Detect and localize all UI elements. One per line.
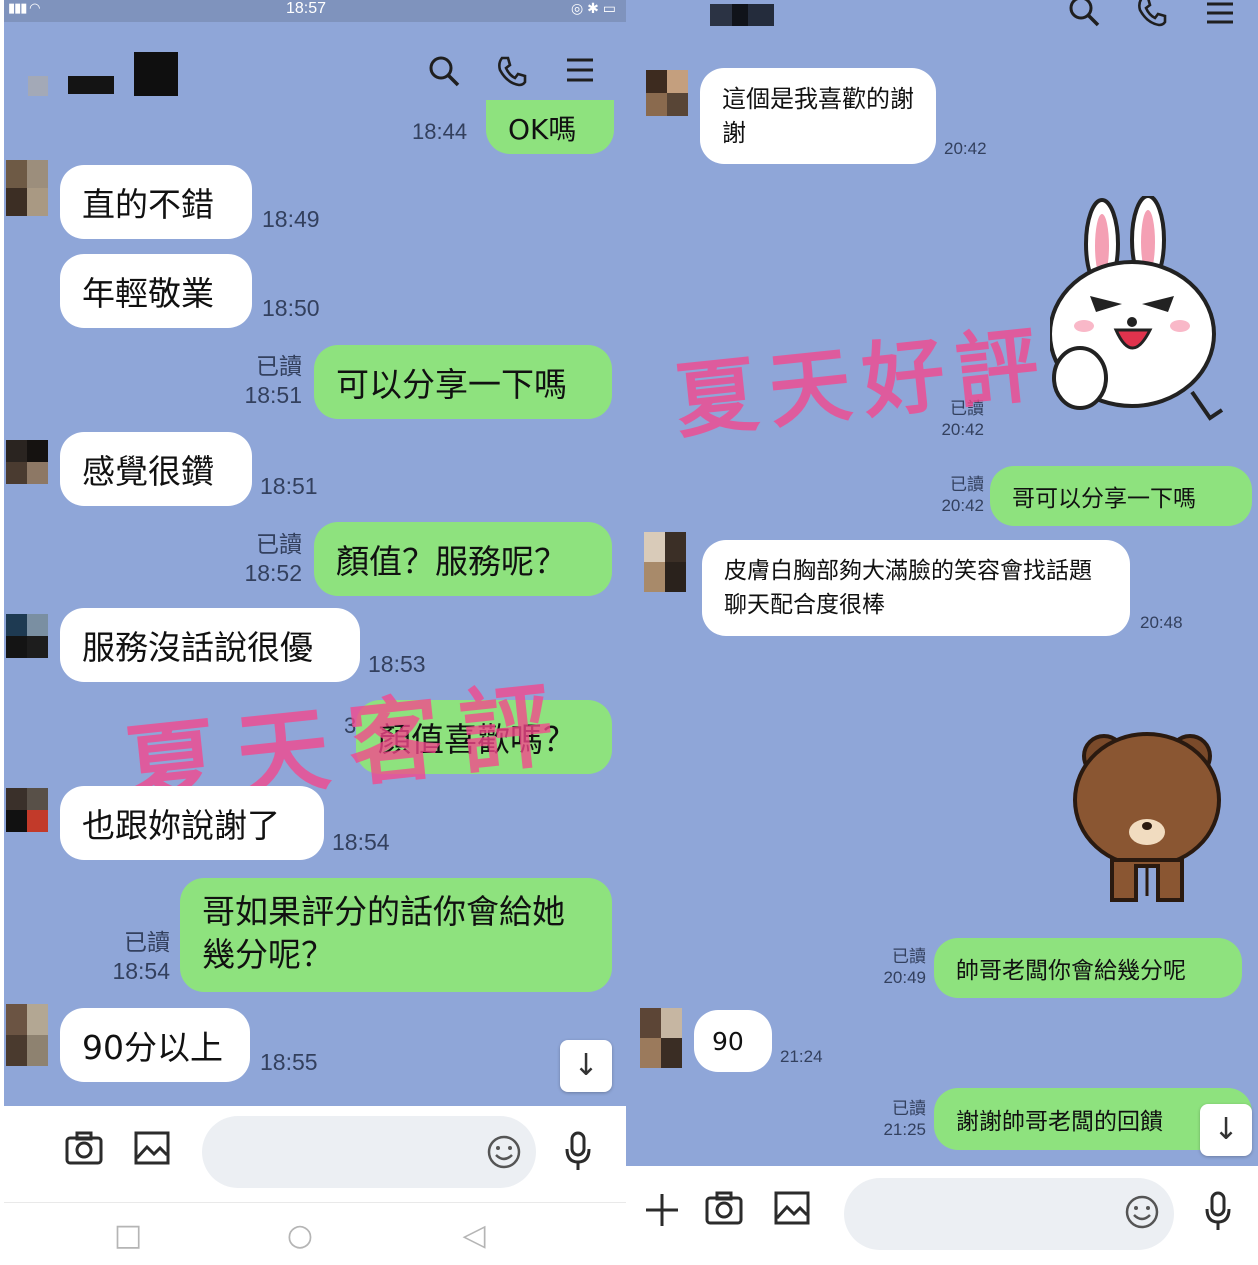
censored-name-block xyxy=(134,52,178,96)
menu-icon[interactable] xyxy=(1200,0,1240,37)
camera-icon[interactable] xyxy=(62,1130,106,1175)
message-time: 18:49 xyxy=(262,206,320,232)
message-time: 18:50 xyxy=(262,295,320,321)
message-bubble-outgoing[interactable]: 帥哥老闆你會給幾分呢 xyxy=(934,938,1242,998)
message-bubble-incoming[interactable]: 90分以上 xyxy=(60,1008,250,1082)
censored-name-block xyxy=(748,4,774,26)
contact-avatar[interactable] xyxy=(644,532,686,592)
home-icon[interactable]: ○ xyxy=(280,1221,320,1251)
scroll-down-icon[interactable]: ↓ xyxy=(560,1040,612,1092)
message-bubble-incoming[interactable]: 這個是我喜歡的謝謝 xyxy=(700,68,936,164)
read-receipt: 已讀 18:51 xyxy=(244,353,302,408)
message-bubble-outgoing[interactable]: 哥可以分享一下嗎 xyxy=(990,466,1252,526)
back-icon[interactable]: ◁ xyxy=(454,1221,494,1251)
read-receipt: 已讀 20:49 xyxy=(883,947,926,988)
phone-icon[interactable] xyxy=(492,54,532,97)
contact-avatar[interactable] xyxy=(6,440,48,484)
scroll-down-icon[interactable]: ↓ xyxy=(1200,1104,1252,1156)
message-bubble-outgoing[interactable]: 可以分享一下嗎 xyxy=(314,345,612,419)
plus-icon[interactable] xyxy=(640,1192,684,1237)
battery-icon: ◎ ✱ ▭ xyxy=(571,0,616,16)
censored-name-block xyxy=(28,76,48,96)
message-bubble-incoming[interactable]: 也跟妳說謝了 xyxy=(60,786,324,860)
message-time: 18:54 xyxy=(332,829,390,855)
contact-avatar[interactable] xyxy=(646,70,688,116)
censored-name-block xyxy=(710,4,732,26)
message-time: 18:44 xyxy=(412,119,468,144)
contact-avatar[interactable] xyxy=(6,788,48,832)
message-input-bar xyxy=(4,1106,628,1202)
left-chat-screenshot: ▮▮▮ ◠ 18:57 ◎ ✱ ▭ 18:44 OK嗎 直的不錯 18:49 年… xyxy=(4,0,628,1265)
message-bubble-incoming[interactable]: 服務沒話說很優 xyxy=(60,608,360,682)
emoji-icon[interactable] xyxy=(482,1134,526,1179)
watermark-text: 夏天好評 xyxy=(670,315,1055,451)
message-time: 18:51 xyxy=(260,473,318,499)
brown-bear-bow-sticker[interactable] xyxy=(1072,720,1222,910)
message-bubble-incoming[interactable]: 直的不錯 xyxy=(60,165,252,239)
message-bubble-outgoing[interactable]: 哥如果評分的話你會給她幾分呢？ xyxy=(180,878,612,992)
android-nav-bar: □ ○ ◁ xyxy=(4,1202,628,1265)
message-input-bar xyxy=(626,1166,1258,1265)
chat-header xyxy=(626,0,1258,36)
menu-icon[interactable] xyxy=(560,54,600,95)
signal-icon: ▮▮▮ ◠ xyxy=(8,0,40,15)
recent-apps-icon[interactable]: □ xyxy=(108,1221,148,1251)
message-bubble-outgoing[interactable]: 顏值？服務呢？ xyxy=(314,522,612,596)
message-bubble-incoming[interactable]: 90 xyxy=(694,1010,772,1072)
phone-icon[interactable] xyxy=(1132,0,1172,39)
message-time: 20:42 xyxy=(944,139,987,158)
image-icon[interactable] xyxy=(130,1130,174,1175)
message-bubble-incoming[interactable]: 皮膚白胸部夠大滿臉的笑容會找話題聊天配合度很棒 xyxy=(702,540,1130,636)
contact-avatar[interactable] xyxy=(6,160,48,216)
emoji-icon[interactable] xyxy=(1120,1194,1164,1239)
read-receipt: 已讀 20:42 xyxy=(941,475,984,516)
search-icon[interactable] xyxy=(1064,0,1104,39)
contact-avatar[interactable] xyxy=(6,614,48,658)
message-bubble-incoming[interactable]: 年輕敬業 xyxy=(60,254,252,328)
right-chat-screenshot: 這個是我喜歡的謝謝 20:42 已讀 20:42 夏天好評 已讀 20:42 哥可以… xyxy=(626,0,1258,1265)
read-receipt: 已讀 21:25 xyxy=(883,1099,926,1140)
camera-icon[interactable] xyxy=(702,1190,746,1235)
cony-thumbs-up-sticker[interactable] xyxy=(1048,194,1230,436)
status-time: 18:57 xyxy=(286,0,327,17)
message-time: 18:55 xyxy=(260,1049,318,1075)
read-receipt: 已讀 18:52 xyxy=(244,531,302,586)
search-icon[interactable] xyxy=(424,54,464,97)
message-time: 21:24 xyxy=(780,1047,823,1066)
mic-icon[interactable] xyxy=(1196,1190,1240,1241)
message-bubble-outgoing[interactable]: OK嗎 xyxy=(486,100,614,154)
message-time: 20:48 xyxy=(1140,613,1183,632)
image-icon[interactable] xyxy=(770,1190,814,1235)
contact-avatar[interactable] xyxy=(640,1008,682,1068)
censored-name-block xyxy=(732,4,748,26)
status-bar: ▮▮▮ ◠ 18:57 ◎ ✱ ▭ xyxy=(4,0,628,22)
mic-icon[interactable] xyxy=(556,1130,600,1181)
read-receipt: 已讀 18:54 xyxy=(112,929,170,984)
message-bubble-incoming[interactable]: 感覺很鑽 xyxy=(60,432,252,506)
contact-avatar[interactable] xyxy=(6,1004,48,1066)
censored-name-block xyxy=(68,76,114,94)
